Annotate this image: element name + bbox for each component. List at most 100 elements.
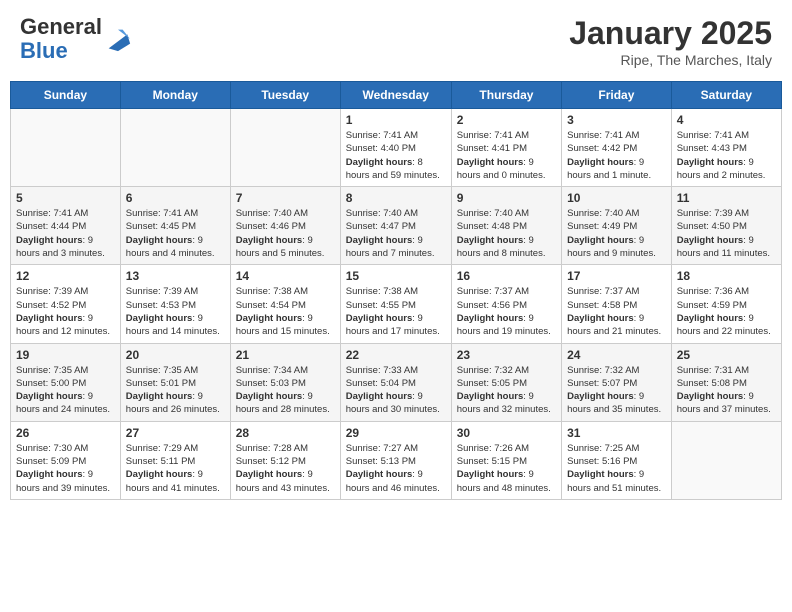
calendar-cell: 16Sunrise: 7:37 AMSunset: 4:56 PMDayligh…	[451, 265, 561, 343]
calendar-week-row: 5 Sunrise: 7:41 AMSunset: 4:44 PMDaylight…	[11, 187, 782, 265]
location-text: Ripe, The Marches, Italy	[569, 52, 772, 68]
day-info: Sunrise: 7:37 AMSunset: 4:58 PMDaylight …	[567, 285, 666, 338]
calendar-cell: 2 Sunrise: 7:41 AMSunset: 4:41 PMDaylight…	[451, 109, 561, 187]
page-header: General Blue January 2025 Ripe, The Marc…	[10, 10, 782, 73]
day-number: 19	[16, 348, 115, 362]
day-number: 23	[457, 348, 556, 362]
day-number: 25	[677, 348, 776, 362]
day-info: Sunrise: 7:29 AMSunset: 5:11 PMDaylight …	[126, 442, 225, 495]
calendar-cell: 11 Sunrise: 7:39 AMSunset: 4:50 PMDayligh…	[671, 187, 781, 265]
day-number: 12	[16, 269, 115, 283]
day-info: Sunrise: 7:35 AMSunset: 5:00 PMDaylight …	[16, 364, 115, 417]
day-info: Sunrise: 7:36 AMSunset: 4:59 PMDaylight …	[677, 285, 776, 338]
calendar-cell: 4Sunrise: 7:41 AMSunset: 4:43 PMDaylight…	[671, 109, 781, 187]
day-number: 31	[567, 426, 666, 440]
day-info: Sunrise: 7:31 AMSunset: 5:08 PMDaylight …	[677, 364, 776, 417]
calendar-day-header: Thursday	[451, 82, 561, 109]
day-number: 14	[236, 269, 335, 283]
calendar-day-header: Friday	[562, 82, 672, 109]
calendar-cell	[120, 109, 230, 187]
calendar-cell: 22 Sunrise: 7:33 AMSunset: 5:04 PMDayligh…	[340, 343, 451, 421]
month-title: January 2025	[569, 15, 772, 52]
day-number: 2	[457, 113, 556, 127]
calendar-header-row: SundayMondayTuesdayWednesdayThursdayFrid…	[11, 82, 782, 109]
calendar-day-header: Monday	[120, 82, 230, 109]
title-block: January 2025 Ripe, The Marches, Italy	[569, 15, 772, 68]
day-info: Sunrise: 7:41 AMSunset: 4:42 PMDaylight …	[567, 129, 666, 182]
day-number: 27	[126, 426, 225, 440]
day-info: Sunrise: 7:32 AMSunset: 5:05 PMDaylight …	[457, 364, 556, 417]
calendar-cell: 14 Sunrise: 7:38 AMSunset: 4:54 PMDayligh…	[230, 265, 340, 343]
logo: General Blue	[20, 15, 132, 63]
calendar-week-row: 1Sunrise: 7:41 AMSunset: 4:40 PMDaylight…	[11, 109, 782, 187]
calendar-day-header: Tuesday	[230, 82, 340, 109]
day-number: 16	[457, 269, 556, 283]
day-info: Sunrise: 7:28 AMSunset: 5:12 PMDaylight …	[236, 442, 335, 495]
calendar-cell: 12 Sunrise: 7:39 AMSunset: 4:52 PMDayligh…	[11, 265, 121, 343]
logo-icon	[104, 25, 132, 53]
day-number: 22	[346, 348, 446, 362]
day-info: Sunrise: 7:35 AMSunset: 5:01 PMDaylight …	[126, 364, 225, 417]
day-info: Sunrise: 7:40 AMSunset: 4:49 PMDaylight …	[567, 207, 666, 260]
calendar-cell: 23 Sunrise: 7:32 AMSunset: 5:05 PMDayligh…	[451, 343, 561, 421]
calendar-cell: 25 Sunrise: 7:31 AMSunset: 5:08 PMDayligh…	[671, 343, 781, 421]
calendar-cell: 24 Sunrise: 7:32 AMSunset: 5:07 PMDayligh…	[562, 343, 672, 421]
day-number: 1	[346, 113, 446, 127]
day-number: 5	[16, 191, 115, 205]
calendar-cell: 5 Sunrise: 7:41 AMSunset: 4:44 PMDaylight…	[11, 187, 121, 265]
day-info: Sunrise: 7:38 AMSunset: 4:55 PMDaylight …	[346, 285, 446, 338]
calendar-week-row: 12 Sunrise: 7:39 AMSunset: 4:52 PMDayligh…	[11, 265, 782, 343]
calendar-cell: 27 Sunrise: 7:29 AMSunset: 5:11 PMDayligh…	[120, 421, 230, 499]
logo-blue-text: Blue	[20, 38, 68, 63]
calendar-cell: 31 Sunrise: 7:25 AMSunset: 5:16 PMDayligh…	[562, 421, 672, 499]
calendar-day-header: Wednesday	[340, 82, 451, 109]
day-number: 7	[236, 191, 335, 205]
day-info: Sunrise: 7:25 AMSunset: 5:16 PMDaylight …	[567, 442, 666, 495]
day-info: Sunrise: 7:41 AMSunset: 4:45 PMDaylight …	[126, 207, 225, 260]
calendar-cell: 18 Sunrise: 7:36 AMSunset: 4:59 PMDayligh…	[671, 265, 781, 343]
day-number: 17	[567, 269, 666, 283]
calendar-cell: 13 Sunrise: 7:39 AMSunset: 4:53 PMDayligh…	[120, 265, 230, 343]
calendar-cell: 3 Sunrise: 7:41 AMSunset: 4:42 PMDaylight…	[562, 109, 672, 187]
day-info: Sunrise: 7:39 AMSunset: 4:50 PMDaylight …	[677, 207, 776, 260]
day-info: Sunrise: 7:39 AMSunset: 4:53 PMDaylight …	[126, 285, 225, 338]
day-number: 6	[126, 191, 225, 205]
day-info: Sunrise: 7:41 AMSunset: 4:43 PMDaylight …	[677, 129, 776, 182]
calendar-week-row: 19 Sunrise: 7:35 AMSunset: 5:00 PMDayligh…	[11, 343, 782, 421]
day-info: Sunrise: 7:40 AMSunset: 4:48 PMDaylight …	[457, 207, 556, 260]
day-number: 29	[346, 426, 446, 440]
day-number: 28	[236, 426, 335, 440]
day-info: Sunrise: 7:32 AMSunset: 5:07 PMDaylight …	[567, 364, 666, 417]
calendar-cell	[11, 109, 121, 187]
calendar-cell	[671, 421, 781, 499]
day-number: 15	[346, 269, 446, 283]
day-number: 24	[567, 348, 666, 362]
calendar-cell: 30Sunrise: 7:26 AMSunset: 5:15 PMDayligh…	[451, 421, 561, 499]
day-number: 3	[567, 113, 666, 127]
calendar-cell	[230, 109, 340, 187]
day-info: Sunrise: 7:41 AMSunset: 4:44 PMDaylight …	[16, 207, 115, 260]
calendar-cell: 26Sunrise: 7:30 AMSunset: 5:09 PMDayligh…	[11, 421, 121, 499]
day-info: Sunrise: 7:39 AMSunset: 4:52 PMDaylight …	[16, 285, 115, 338]
day-number: 9	[457, 191, 556, 205]
day-info: Sunrise: 7:27 AMSunset: 5:13 PMDaylight …	[346, 442, 446, 495]
day-info: Sunrise: 7:30 AMSunset: 5:09 PMDaylight …	[16, 442, 115, 495]
day-info: Sunrise: 7:38 AMSunset: 4:54 PMDaylight …	[236, 285, 335, 338]
calendar-cell: 29 Sunrise: 7:27 AMSunset: 5:13 PMDayligh…	[340, 421, 451, 499]
day-number: 8	[346, 191, 446, 205]
calendar-week-row: 26Sunrise: 7:30 AMSunset: 5:09 PMDayligh…	[11, 421, 782, 499]
calendar-table: SundayMondayTuesdayWednesdayThursdayFrid…	[10, 81, 782, 500]
calendar-cell: 19 Sunrise: 7:35 AMSunset: 5:00 PMDayligh…	[11, 343, 121, 421]
day-number: 10	[567, 191, 666, 205]
calendar-cell: 10 Sunrise: 7:40 AMSunset: 4:49 PMDayligh…	[562, 187, 672, 265]
day-number: 13	[126, 269, 225, 283]
day-info: Sunrise: 7:26 AMSunset: 5:15 PMDaylight …	[457, 442, 556, 495]
calendar-day-header: Saturday	[671, 82, 781, 109]
day-info: Sunrise: 7:41 AMSunset: 4:41 PMDaylight …	[457, 129, 556, 182]
logo-general-text: General	[20, 14, 102, 39]
calendar-cell: 17 Sunrise: 7:37 AMSunset: 4:58 PMDayligh…	[562, 265, 672, 343]
day-number: 11	[677, 191, 776, 205]
day-number: 21	[236, 348, 335, 362]
day-info: Sunrise: 7:33 AMSunset: 5:04 PMDaylight …	[346, 364, 446, 417]
day-number: 18	[677, 269, 776, 283]
